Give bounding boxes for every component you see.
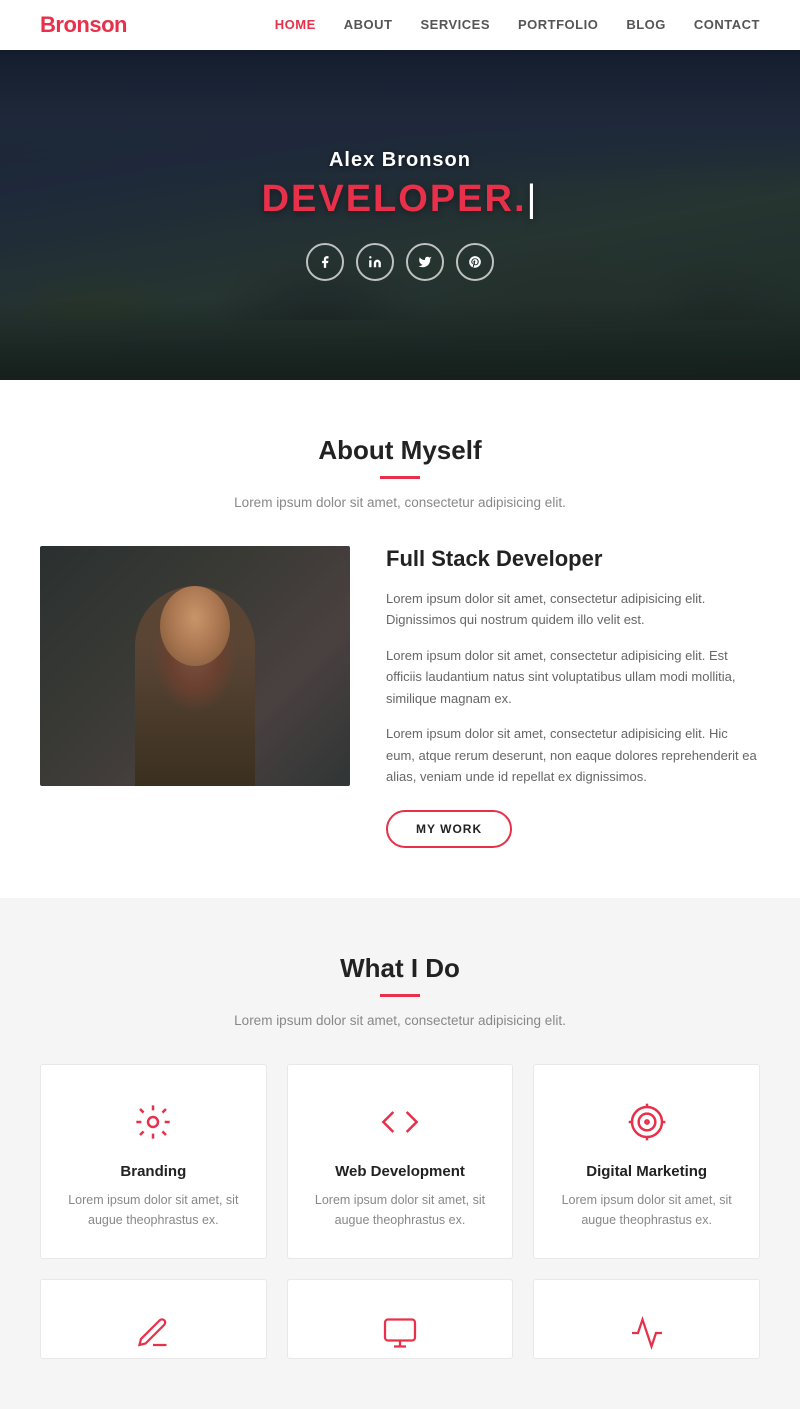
twitter-icon[interactable] (406, 243, 444, 281)
about-photo (40, 546, 350, 786)
services-grid: Branding Lorem ipsum dolor sit amet, sit… (40, 1064, 760, 1259)
about-title: About Myself (40, 435, 760, 466)
service-card-branding: Branding Lorem ipsum dolor sit amet, sit… (40, 1064, 267, 1259)
service-card-marketing: Digital Marketing Lorem ipsum dolor sit … (533, 1064, 760, 1259)
about-para-1: Lorem ipsum dolor sit amet, consectetur … (386, 588, 760, 631)
services-header: What I Do Lorem ipsum dolor sit amet, co… (40, 953, 760, 1028)
nav-item-blog[interactable]: BLOG (626, 16, 666, 34)
services-divider (380, 994, 420, 997)
nav-item-about[interactable]: ABOUT (344, 16, 393, 34)
nav-links: HOME ABOUT SERVICES PORTFOLIO BLOG CONTA… (275, 16, 760, 34)
about-header: About Myself Lorem ipsum dolor sit amet,… (40, 435, 760, 510)
services-subtitle: Lorem ipsum dolor sit amet, consectetur … (40, 1013, 760, 1028)
site-logo[interactable]: Bronson (40, 12, 127, 38)
nav-link-blog[interactable]: BLOG (626, 17, 666, 32)
nav-link-services[interactable]: SERVICES (420, 17, 490, 32)
facebook-icon[interactable] (306, 243, 344, 281)
branding-title: Branding (61, 1163, 246, 1180)
webdev-desc: Lorem ipsum dolor sit amet, sit augue th… (308, 1190, 493, 1230)
nav-item-contact[interactable]: CONTACT (694, 16, 760, 34)
services-title: What I Do (40, 953, 760, 984)
about-subtitle: Lorem ipsum dolor sit amet, consectetur … (40, 495, 760, 510)
service-card-webdev: Web Development Lorem ipsum dolor sit am… (287, 1064, 514, 1259)
service-card-code2 (287, 1279, 514, 1359)
service-card-design (40, 1279, 267, 1359)
about-para-3: Lorem ipsum dolor sit amet, consectetur … (386, 723, 760, 787)
hero-content: Alex Bronson DEVELOPER.| (262, 149, 539, 281)
navbar: Bronson HOME ABOUT SERVICES PORTFOLIO BL… (0, 0, 800, 50)
nav-item-home[interactable]: HOME (275, 16, 316, 34)
branding-desc: Lorem ipsum dolor sit amet, sit augue th… (61, 1190, 246, 1230)
nav-item-portfolio[interactable]: PORTFOLIO (518, 16, 598, 34)
logo-text: ronson (55, 12, 127, 37)
marketing-title: Digital Marketing (554, 1163, 739, 1180)
about-divider (380, 476, 420, 479)
hero-title: DEVELOPER.| (262, 178, 539, 221)
hero-title-text: DEVELOPER. (262, 178, 527, 220)
linkedin-icon[interactable] (356, 243, 394, 281)
webdev-title: Web Development (308, 1163, 493, 1180)
mywork-button[interactable]: MY WORK (386, 810, 512, 848)
hero-section: Alex Bronson DEVELOPER.| (0, 50, 800, 380)
analytics-icon (622, 1308, 672, 1358)
about-para-2: Lorem ipsum dolor sit amet, consectetur … (386, 645, 760, 709)
logo-accent: B (40, 12, 55, 37)
code-icon (375, 1308, 425, 1358)
about-text-block: Full Stack Developer Lorem ipsum dolor s… (386, 546, 760, 848)
pinterest-icon[interactable] (456, 243, 494, 281)
nav-link-portfolio[interactable]: PORTFOLIO (518, 17, 598, 32)
about-section: About Myself Lorem ipsum dolor sit amet,… (0, 380, 800, 898)
branding-icon (128, 1097, 178, 1147)
services-section: What I Do Lorem ipsum dolor sit amet, co… (0, 898, 800, 1409)
social-icons-group (262, 243, 539, 281)
about-content: Full Stack Developer Lorem ipsum dolor s… (40, 546, 760, 848)
cursor-blink: | (527, 178, 539, 220)
nav-link-contact[interactable]: CONTACT (694, 17, 760, 32)
nav-link-home[interactable]: HOME (275, 17, 316, 32)
design-icon (128, 1308, 178, 1358)
nav-item-services[interactable]: SERVICES (420, 16, 490, 34)
marketing-desc: Lorem ipsum dolor sit amet, sit augue th… (554, 1190, 739, 1230)
webdev-icon (375, 1097, 425, 1147)
services-grid-row2 (40, 1279, 760, 1359)
marketing-icon (622, 1097, 672, 1147)
about-job-title: Full Stack Developer (386, 546, 760, 572)
hero-name: Alex Bronson (262, 149, 539, 172)
nav-link-about[interactable]: ABOUT (344, 17, 393, 32)
service-card-analytics (533, 1279, 760, 1359)
